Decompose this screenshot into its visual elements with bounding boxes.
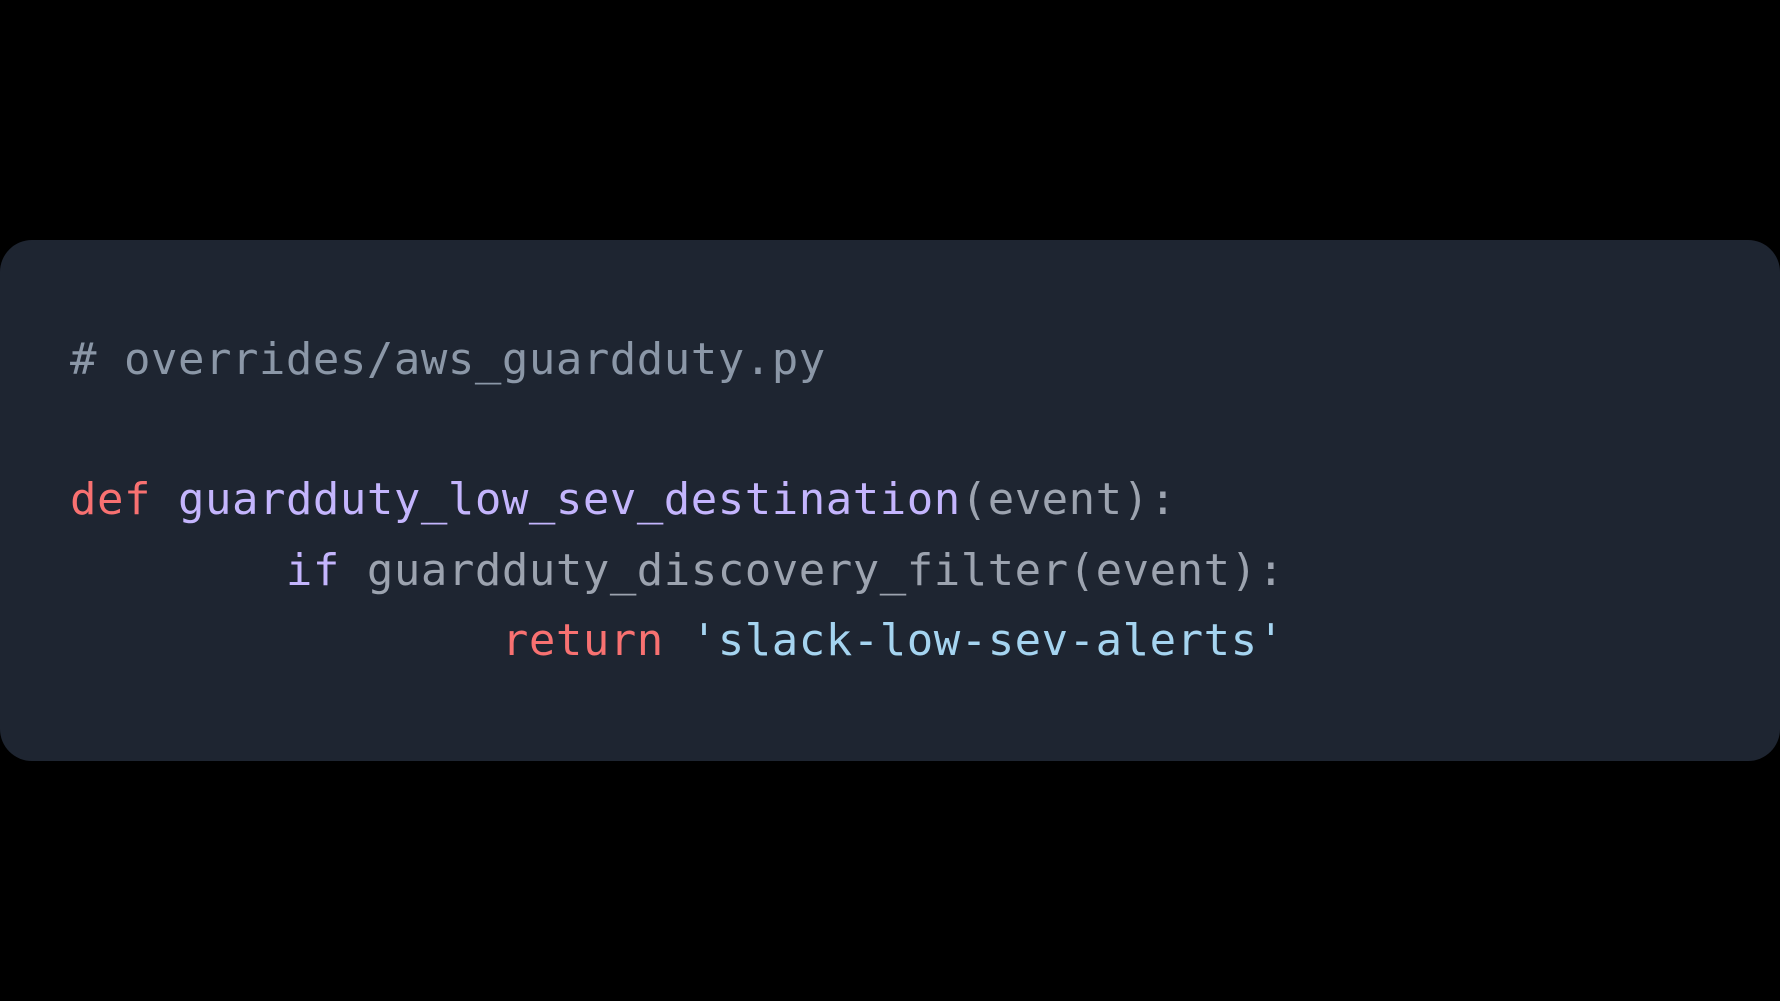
def-keyword: def xyxy=(70,474,151,525)
open-paren: ( xyxy=(961,474,988,525)
code-block: # overrides/aws_guardduty.py def guarddu… xyxy=(0,240,1780,762)
code-line-comment: # overrides/aws_guardduty.py xyxy=(70,325,1710,395)
blank-line xyxy=(70,395,1710,465)
open-paren-2: ( xyxy=(1069,545,1096,596)
close-paren-2: ) xyxy=(1231,545,1258,596)
colon: : xyxy=(1150,474,1177,525)
param-event-2: event xyxy=(1096,545,1231,596)
indent-2 xyxy=(70,615,502,666)
indent xyxy=(70,545,286,596)
filter-function-call: guardduty_discovery_filter xyxy=(367,545,1069,596)
if-keyword: if xyxy=(286,545,340,596)
close-paren: ) xyxy=(1123,474,1150,525)
string-literal: 'slack-low-sev-alerts' xyxy=(691,615,1285,666)
code-line-return: return 'slack-low-sev-alerts' xyxy=(70,606,1710,676)
code-line-if: if guardduty_discovery_filter(event): xyxy=(70,536,1710,606)
function-name: guardduty_low_sev_destination xyxy=(178,474,961,525)
return-keyword: return xyxy=(502,615,664,666)
colon-2: : xyxy=(1258,545,1285,596)
param-event: event xyxy=(988,474,1123,525)
code-line-def: def guardduty_low_sev_destination(event)… xyxy=(70,465,1710,535)
comment-text: # overrides/aws_guardduty.py xyxy=(70,334,826,385)
